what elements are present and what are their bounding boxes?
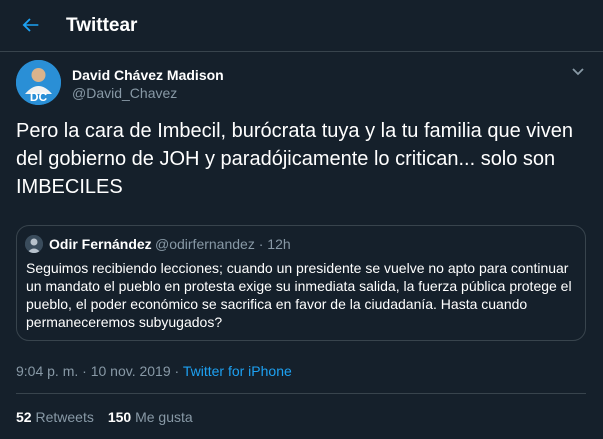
chevron-down-icon	[572, 68, 584, 76]
meta-separator: ·	[170, 363, 183, 379]
author-name[interactable]: David Chávez Madison	[72, 67, 224, 83]
quoted-tweet[interactable]: Odir Fernández @odirfernandez · 12h Segu…	[16, 225, 586, 341]
quoted-tweet-text: Seguimos recibiendo lecciones; cuando un…	[26, 260, 572, 330]
more-options-button[interactable]	[566, 62, 590, 82]
quoted-separator: ·	[258, 236, 264, 252]
tweet-source-link[interactable]: Twitter for iPhone	[183, 363, 292, 379]
author-avatar[interactable]: DC	[16, 60, 61, 105]
quoted-author-handle: @odirfernandez	[155, 236, 255, 252]
quoted-author-avatar	[25, 235, 43, 253]
quoted-meta: @odirfernandez · 12h	[155, 236, 291, 252]
retweets-label: Retweets	[35, 409, 94, 425]
tweet-text: Pero la cara de Imbecil, burócrata tuya …	[16, 120, 573, 198]
quoted-author-name: Odir Fernández	[49, 236, 152, 252]
back-button[interactable]	[14, 8, 48, 42]
arrow-left-icon	[22, 18, 39, 32]
divider	[16, 393, 586, 394]
top-bar: Twittear	[0, 0, 603, 52]
retweets-count: 52	[16, 409, 32, 425]
page-title: Twittear	[66, 15, 138, 36]
likes-count: 150	[107, 409, 132, 425]
author-handle[interactable]: @David_Chavez	[72, 85, 177, 101]
tweet-meta: 9:04 p. m. · 10 nov. 2019 · Twitter for …	[16, 363, 292, 379]
tweet-stats: 52 Retweets 150 Me gusta	[16, 409, 193, 425]
likes-label: Me gusta	[135, 409, 193, 425]
avatar-initials: DC	[30, 90, 48, 104]
tweet-timestamp[interactable]: 9:04 p. m. · 10 nov. 2019	[16, 363, 171, 379]
retweets-stat[interactable]: 52 Retweets	[16, 409, 94, 425]
quoted-time: 12h	[267, 236, 291, 252]
likes-stat[interactable]: 150 Me gusta	[108, 409, 193, 425]
